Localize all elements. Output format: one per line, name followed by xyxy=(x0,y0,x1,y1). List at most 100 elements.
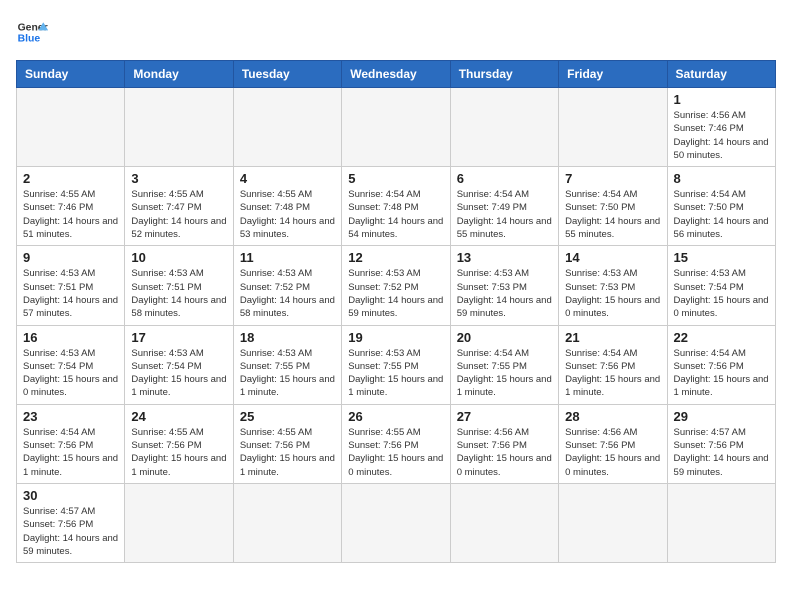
calendar-cell xyxy=(559,88,667,167)
calendar-cell: 11 Sunrise: 4:53 AM Sunset: 7:52 PM Dayli… xyxy=(233,246,341,325)
day-info: Sunrise: 4:55 AM Sunset: 7:56 PM Dayligh… xyxy=(131,426,226,479)
calendar-cell xyxy=(342,483,450,562)
calendar-cell: 10 Sunrise: 4:53 AM Sunset: 7:51 PM Dayli… xyxy=(125,246,233,325)
weekday-sunday: Sunday xyxy=(17,61,125,88)
day-info: Sunrise: 4:54 AM Sunset: 7:56 PM Dayligh… xyxy=(565,347,660,400)
day-number: 8 xyxy=(674,171,769,186)
day-number: 1 xyxy=(674,92,769,107)
calendar-cell: 20Sunrise: 4:54 AM Sunset: 7:55 PM Dayli… xyxy=(450,325,558,404)
day-info: Sunrise: 4:53 AM Sunset: 7:51 PM Dayligh… xyxy=(131,267,226,320)
day-info: Sunrise: 4:56 AM Sunset: 7:46 PM Dayligh… xyxy=(674,109,769,162)
calendar-cell: 9Sunrise: 4:53 AM Sunset: 7:51 PM Daylig… xyxy=(17,246,125,325)
day-info: Sunrise: 4:56 AM Sunset: 7:56 PM Dayligh… xyxy=(565,426,660,479)
day-number: 10 xyxy=(131,250,226,265)
day-info: Sunrise: 4:55 AM Sunset: 7:46 PM Dayligh… xyxy=(23,188,118,241)
calendar-week-1: 1 Sunrise: 4:56 AM Sunset: 7:46 PM Daylig… xyxy=(17,88,776,167)
day-info: Sunrise: 4:54 AM Sunset: 7:55 PM Dayligh… xyxy=(457,347,552,400)
calendar-cell: 6Sunrise: 4:54 AM Sunset: 7:49 PM Daylig… xyxy=(450,167,558,246)
calendar-cell: 4 Sunrise: 4:55 AM Sunset: 7:48 PM Daylig… xyxy=(233,167,341,246)
calendar-cell xyxy=(450,483,558,562)
calendar-cell xyxy=(125,483,233,562)
day-info: Sunrise: 4:56 AM Sunset: 7:56 PM Dayligh… xyxy=(457,426,552,479)
calendar-cell: 3 Sunrise: 4:55 AM Sunset: 7:47 PM Daylig… xyxy=(125,167,233,246)
weekday-thursday: Thursday xyxy=(450,61,558,88)
day-number: 7 xyxy=(565,171,660,186)
day-number: 24 xyxy=(131,409,226,424)
day-number: 16 xyxy=(23,330,118,345)
calendar-cell: 22 Sunrise: 4:54 AM Sunset: 7:56 PM Dayli… xyxy=(667,325,775,404)
calendar-cell xyxy=(125,88,233,167)
day-number: 4 xyxy=(240,171,335,186)
day-info: Sunrise: 4:53 AM Sunset: 7:54 PM Dayligh… xyxy=(674,267,769,320)
calendar-cell: 8Sunrise: 4:54 AM Sunset: 7:50 PM Daylig… xyxy=(667,167,775,246)
day-number: 5 xyxy=(348,171,443,186)
header: General Blue xyxy=(16,16,776,48)
logo: General Blue xyxy=(16,16,48,48)
day-info: Sunrise: 4:55 AM Sunset: 7:47 PM Dayligh… xyxy=(131,188,226,241)
calendar-cell: 5 Sunrise: 4:54 AM Sunset: 7:48 PM Daylig… xyxy=(342,167,450,246)
day-number: 22 xyxy=(674,330,769,345)
day-number: 15 xyxy=(674,250,769,265)
calendar-cell: 21 Sunrise: 4:54 AM Sunset: 7:56 PM Dayli… xyxy=(559,325,667,404)
day-number: 11 xyxy=(240,250,335,265)
day-info: Sunrise: 4:53 AM Sunset: 7:55 PM Dayligh… xyxy=(240,347,335,400)
weekday-saturday: Saturday xyxy=(667,61,775,88)
day-info: Sunrise: 4:57 AM Sunset: 7:56 PM Dayligh… xyxy=(674,426,769,479)
calendar-cell: 28 Sunrise: 4:56 AM Sunset: 7:56 PM Dayli… xyxy=(559,404,667,483)
calendar-cell: 19Sunrise: 4:53 AM Sunset: 7:55 PM Dayli… xyxy=(342,325,450,404)
day-number: 21 xyxy=(565,330,660,345)
day-number: 19 xyxy=(348,330,443,345)
day-number: 14 xyxy=(565,250,660,265)
day-info: Sunrise: 4:53 AM Sunset: 7:54 PM Dayligh… xyxy=(23,347,118,400)
logo-icon: General Blue xyxy=(16,16,48,48)
day-number: 25 xyxy=(240,409,335,424)
weekday-friday: Friday xyxy=(559,61,667,88)
day-info: Sunrise: 4:53 AM Sunset: 7:54 PM Dayligh… xyxy=(131,347,226,400)
day-info: Sunrise: 4:55 AM Sunset: 7:56 PM Dayligh… xyxy=(348,426,443,479)
day-number: 18 xyxy=(240,330,335,345)
calendar-cell xyxy=(450,88,558,167)
day-info: Sunrise: 4:57 AM Sunset: 7:56 PM Dayligh… xyxy=(23,505,118,558)
calendar-cell: 16 Sunrise: 4:53 AM Sunset: 7:54 PM Dayli… xyxy=(17,325,125,404)
calendar-week-4: 16 Sunrise: 4:53 AM Sunset: 7:54 PM Dayli… xyxy=(17,325,776,404)
day-number: 29 xyxy=(674,409,769,424)
calendar-cell: 13Sunrise: 4:53 AM Sunset: 7:53 PM Dayli… xyxy=(450,246,558,325)
calendar-cell: 12Sunrise: 4:53 AM Sunset: 7:52 PM Dayli… xyxy=(342,246,450,325)
calendar-cell: 14 Sunrise: 4:53 AM Sunset: 7:53 PM Dayli… xyxy=(559,246,667,325)
day-number: 3 xyxy=(131,171,226,186)
calendar-cell xyxy=(17,88,125,167)
day-info: Sunrise: 4:53 AM Sunset: 7:52 PM Dayligh… xyxy=(240,267,335,320)
day-info: Sunrise: 4:54 AM Sunset: 7:56 PM Dayligh… xyxy=(23,426,118,479)
calendar-cell: 15 Sunrise: 4:53 AM Sunset: 7:54 PM Dayli… xyxy=(667,246,775,325)
weekday-wednesday: Wednesday xyxy=(342,61,450,88)
calendar-cell: 1 Sunrise: 4:56 AM Sunset: 7:46 PM Daylig… xyxy=(667,88,775,167)
calendar-cell: 26 Sunrise: 4:55 AM Sunset: 7:56 PM Dayli… xyxy=(342,404,450,483)
calendar-cell: 29 Sunrise: 4:57 AM Sunset: 7:56 PM Dayli… xyxy=(667,404,775,483)
calendar-cell xyxy=(342,88,450,167)
svg-text:Blue: Blue xyxy=(18,34,41,45)
calendar-cell xyxy=(233,88,341,167)
calendar-cell: 24 Sunrise: 4:55 AM Sunset: 7:56 PM Dayli… xyxy=(125,404,233,483)
day-info: Sunrise: 4:55 AM Sunset: 7:56 PM Dayligh… xyxy=(240,426,335,479)
day-number: 27 xyxy=(457,409,552,424)
day-number: 28 xyxy=(565,409,660,424)
calendar-cell: 17Sunrise: 4:53 AM Sunset: 7:54 PM Dayli… xyxy=(125,325,233,404)
day-info: Sunrise: 4:53 AM Sunset: 7:53 PM Dayligh… xyxy=(565,267,660,320)
calendar-week-3: 9 Sunrise: 4:53 AM Sunset: 7:51 PM Daylig… xyxy=(17,246,776,325)
day-number: 23 xyxy=(23,409,118,424)
day-info: Sunrise: 4:55 AM Sunset: 7:48 PM Dayligh… xyxy=(240,188,335,241)
calendar-cell: 23 Sunrise: 4:54 AM Sunset: 7:56 PM Dayli… xyxy=(17,404,125,483)
calendar-cell: 18 Sunrise: 4:53 AM Sunset: 7:55 PM Dayli… xyxy=(233,325,341,404)
day-number: 12 xyxy=(348,250,443,265)
calendar-cell: 30 Sunrise: 4:57 AM Sunset: 7:56 PM Dayli… xyxy=(17,483,125,562)
calendar-cell xyxy=(233,483,341,562)
day-info: Sunrise: 4:54 AM Sunset: 7:48 PM Dayligh… xyxy=(348,188,443,241)
calendar-table: SundayMondayTuesdayWednesdayThursdayFrid… xyxy=(16,60,776,563)
weekday-header-row: SundayMondayTuesdayWednesdayThursdayFrid… xyxy=(17,61,776,88)
day-info: Sunrise: 4:54 AM Sunset: 7:56 PM Dayligh… xyxy=(674,347,769,400)
day-number: 26 xyxy=(348,409,443,424)
day-number: 2 xyxy=(23,171,118,186)
day-number: 30 xyxy=(23,488,118,503)
day-number: 9 xyxy=(23,250,118,265)
calendar-cell xyxy=(559,483,667,562)
